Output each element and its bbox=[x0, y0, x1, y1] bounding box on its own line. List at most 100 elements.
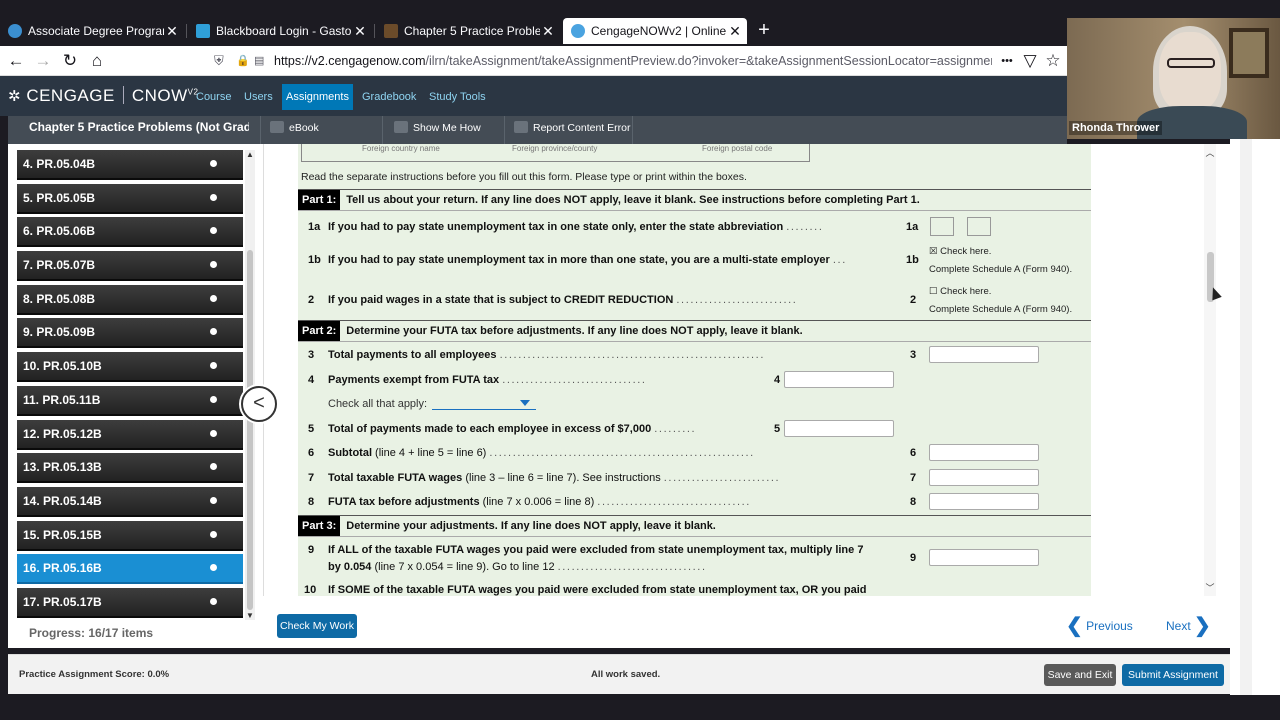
box-label-3: 3 bbox=[910, 349, 917, 361]
question-item[interactable]: 15. PR.05.15B bbox=[17, 520, 243, 551]
browser-tab-associate[interactable]: Associate Degree Programs | C ✕ bbox=[0, 18, 184, 44]
question-item[interactable]: 8. PR.05.08B bbox=[17, 284, 243, 315]
line-4-input[interactable] bbox=[784, 371, 894, 388]
question-item[interactable]: 6. PR.05.06B bbox=[17, 217, 243, 248]
state-abbrev-box-1[interactable] bbox=[930, 217, 954, 236]
menu-course[interactable]: Course bbox=[192, 84, 235, 110]
url-domain: https://v2.cengagenow.com bbox=[274, 54, 426, 68]
save-and-exit-button[interactable]: Save and Exit bbox=[1044, 664, 1116, 686]
url-bar[interactable]: https://v2.cengagenow.com/ilrn/takeAssig… bbox=[206, 49, 992, 73]
check-my-work-button[interactable]: Check My Work bbox=[277, 614, 357, 638]
pocket-icon[interactable]: ▽ bbox=[1018, 49, 1042, 73]
part2-title: Determine your FUTA tax before adjustmen… bbox=[346, 325, 803, 337]
status-dot-icon bbox=[210, 227, 217, 235]
collapse-sidebar-button[interactable]: < bbox=[241, 386, 277, 422]
close-icon[interactable]: ✕ bbox=[352, 18, 368, 44]
window-scroll-area bbox=[1230, 139, 1280, 695]
window-scrollbar[interactable] bbox=[1240, 139, 1252, 695]
browser-tab-chapter5[interactable]: Chapter 5 Practice Problems - … ✕ bbox=[376, 18, 560, 44]
leader-dots: ........ bbox=[786, 221, 824, 233]
new-tab-button[interactable]: + bbox=[754, 18, 774, 44]
line-5-input[interactable] bbox=[784, 420, 894, 437]
sidebar-scrollbar[interactable]: ▲ ▼ bbox=[245, 150, 255, 620]
line-9-input[interactable] bbox=[929, 549, 1039, 566]
url-path: /ilrn/takeAssignment/takeAssignmentPrevi… bbox=[425, 54, 992, 68]
cengage-logo[interactable]: ✲ CENGAGE CNOWV2 bbox=[8, 86, 198, 106]
scroll-up-icon[interactable]: ︿ bbox=[1204, 146, 1216, 159]
next-label: Next bbox=[1166, 619, 1191, 633]
menu-users[interactable]: Users bbox=[240, 84, 277, 110]
presenter-name: Rhonda Thrower bbox=[1069, 121, 1163, 135]
question-item[interactable]: 17. PR.05.17B bbox=[17, 587, 243, 618]
tab-label: CengageNOWv2 | Online teach bbox=[591, 24, 727, 38]
browser-tab-bar: Associate Degree Programs | C ✕ Blackboa… bbox=[0, 0, 1067, 46]
presenter-video: Rhonda Thrower bbox=[1067, 18, 1280, 139]
line-number: 4 bbox=[308, 374, 315, 386]
question-label: 9. PR.05.09B bbox=[23, 325, 96, 340]
close-icon[interactable]: ✕ bbox=[164, 18, 180, 44]
question-item[interactable]: 13. PR.05.13B bbox=[17, 453, 243, 484]
menu-gradebook[interactable]: Gradebook bbox=[358, 84, 420, 110]
box-label-4: 4 bbox=[774, 374, 781, 386]
reload-icon[interactable]: ↻ bbox=[58, 49, 82, 73]
question-label: 8. PR.05.08B bbox=[23, 291, 96, 306]
line-3-input[interactable] bbox=[929, 346, 1039, 363]
schedule-a-note: Complete Schedule A (Form 940). bbox=[929, 264, 1073, 275]
question-item[interactable]: 7. PR.05.07B bbox=[17, 251, 243, 282]
close-icon[interactable]: ✕ bbox=[540, 18, 556, 44]
content-scrollbar[interactable]: ︿ ﹀ bbox=[1204, 144, 1216, 596]
line-10-text: If SOME of the taxable FUTA wages you pa… bbox=[328, 584, 867, 596]
question-item[interactable]: 9. PR.05.09B bbox=[17, 318, 243, 349]
ebook-button[interactable]: eBook bbox=[270, 121, 319, 134]
credit-reduction-checkbox[interactable]: ☐ Check here. bbox=[929, 286, 991, 297]
box-label-9: 9 bbox=[910, 552, 917, 564]
question-item[interactable]: 5. PR.05.05B bbox=[17, 183, 243, 214]
question-item[interactable]: 10. PR.05.10B bbox=[17, 352, 243, 383]
multi-state-checkbox[interactable]: ☒ Check here. bbox=[929, 246, 991, 257]
menu-study-tools[interactable]: Study Tools bbox=[425, 84, 490, 110]
line-7-input[interactable] bbox=[929, 469, 1039, 486]
line-7-bold: Total taxable FUTA wages bbox=[328, 472, 463, 484]
question-item[interactable]: 14. PR.05.14B bbox=[17, 486, 243, 517]
menu-assignments[interactable]: Assignments bbox=[282, 84, 353, 110]
report-error-label: Report Content Error bbox=[533, 122, 631, 134]
sidebar-scroll-thumb[interactable] bbox=[247, 250, 253, 610]
form-instructions: Read the separate instructions before yo… bbox=[301, 171, 747, 183]
tab-label: Chapter 5 Practice Problems - … bbox=[404, 24, 540, 38]
bookmark-star-icon[interactable]: ☆ bbox=[1041, 49, 1065, 73]
line-text: If you had to pay state unemployment tax… bbox=[328, 221, 823, 233]
browser-tab-blackboard[interactable]: Blackboard Login - Gaston Coll ✕ bbox=[188, 18, 372, 44]
next-button[interactable]: Next ❯ bbox=[1166, 614, 1211, 638]
part2-tag: Part 2: bbox=[298, 321, 341, 341]
back-icon[interactable]: ← bbox=[4, 49, 28, 73]
report-error-button[interactable]: Report Content Error bbox=[514, 121, 630, 134]
leader-dots: ................................. bbox=[597, 496, 751, 508]
show-me-how-button[interactable]: Show Me How bbox=[394, 121, 481, 134]
question-item[interactable]: 11. PR.05.11B bbox=[17, 385, 243, 416]
browser-tab-cengagenow[interactable]: CengageNOWv2 | Online teach ✕ bbox=[563, 18, 747, 44]
progress-text: Progress: 16/17 items bbox=[29, 626, 154, 640]
question-item[interactable]: 4. PR.05.04B bbox=[17, 150, 243, 180]
home-icon[interactable]: ⌂ bbox=[85, 49, 109, 73]
exempt-type-dropdown[interactable] bbox=[432, 396, 536, 410]
ebook-label: eBook bbox=[289, 122, 319, 134]
book-icon bbox=[270, 121, 284, 133]
leader-dots: .......................... bbox=[676, 294, 798, 306]
tab-label: Associate Degree Programs | C bbox=[28, 24, 164, 38]
scroll-down-icon[interactable]: ﹀ bbox=[1204, 581, 1216, 594]
cengage-icon bbox=[571, 24, 585, 38]
scroll-down-icon[interactable]: ▼ bbox=[245, 611, 255, 620]
more-icon[interactable]: ••• bbox=[995, 49, 1019, 73]
state-abbrev-box-2[interactable] bbox=[967, 217, 991, 236]
scroll-up-icon[interactable]: ▲ bbox=[245, 150, 255, 159]
line-8-input[interactable] bbox=[929, 493, 1039, 510]
question-item[interactable]: 16. PR.05.16B bbox=[17, 554, 243, 585]
cengage-mark-icon: ✲ bbox=[8, 88, 22, 105]
leader-dots: ........................................… bbox=[489, 447, 755, 459]
question-item[interactable]: 12. PR.05.12B bbox=[17, 419, 243, 450]
submit-assignment-button[interactable]: Submit Assignment bbox=[1122, 664, 1224, 686]
forward-icon[interactable]: → bbox=[31, 49, 55, 73]
line-6-input[interactable] bbox=[929, 444, 1039, 461]
close-icon[interactable]: ✕ bbox=[727, 18, 743, 44]
previous-button[interactable]: ❮ Previous bbox=[1066, 614, 1133, 638]
